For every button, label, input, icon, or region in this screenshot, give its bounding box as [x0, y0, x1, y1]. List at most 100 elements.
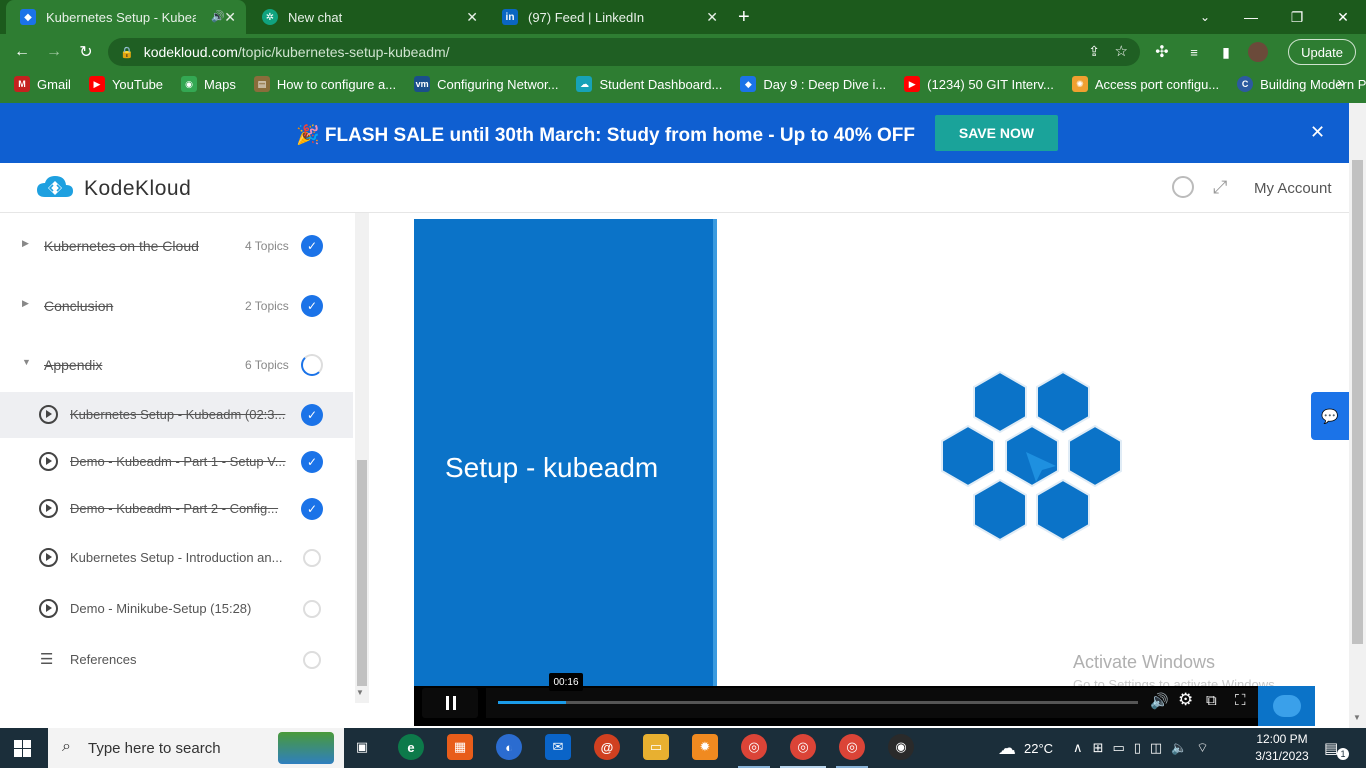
bookmark-how-to-configure[interactable]: ▤ How to configure a... — [253, 76, 397, 92]
bookmark-git-interview[interactable]: ▶ (1234) 50 GIT Interv... — [904, 76, 1054, 92]
topic-name: Demo - Kubeadm - Part 1 - Setup V... — [70, 454, 286, 469]
page-scrollbar-thumb[interactable] — [1352, 160, 1363, 644]
taskbar-search-input[interactable]: ⌕ Type here to search — [48, 728, 344, 768]
network-icon[interactable]: ⊞ — [1093, 740, 1104, 756]
kodekloud-logo-icon[interactable] — [35, 173, 75, 203]
weather-cloud-icon[interactable]: ☁ — [998, 738, 1016, 759]
wifi-icon[interactable]: ⌔ — [1196, 740, 1208, 756]
store-icon[interactable]: ▦ — [447, 734, 473, 760]
picture-in-picture-icon[interactable]: ⧉ — [1206, 692, 1217, 709]
task-view-icon[interactable]: ▣ — [349, 734, 375, 760]
complete-check-icon: ✓ — [301, 235, 323, 257]
chrome-profile-h-icon[interactable]: ◎ — [839, 734, 865, 760]
forward-icon[interactable]: → — [42, 40, 66, 64]
close-tab-icon[interactable]: ✕ — [224, 9, 236, 26]
tray-chevron-icon[interactable]: ∧ — [1073, 740, 1083, 756]
topic-row[interactable]: Kubernetes Setup - Introduction an... — [0, 535, 353, 581]
windows-start-icon[interactable] — [14, 740, 31, 757]
bookmark-label: How to configure a... — [276, 76, 397, 92]
sidebar-scrollbar-thumb[interactable] — [357, 460, 367, 686]
close-window-button[interactable]: ✕ — [1320, 0, 1366, 34]
side-panel-icon[interactable]: ▮ — [1214, 40, 1238, 64]
share-icon[interactable]: ⇪ — [1088, 43, 1100, 60]
seek-track[interactable] — [498, 701, 1138, 704]
my-account-link[interactable]: My Account — [1254, 180, 1332, 197]
chrome-profile-icon[interactable]: ◎ — [790, 734, 816, 760]
topic-row[interactable]: Demo - Kubeadm - Part 1 - Setup V... ✓ — [0, 439, 353, 485]
new-tab-button[interactable]: + — [738, 6, 750, 29]
tab-title: Kubernetes Setup - Kubeadm — [46, 9, 196, 25]
bookmark-building-modern[interactable]: C Building Modern Py... — [1237, 76, 1366, 92]
update-button[interactable]: Update — [1288, 39, 1356, 65]
section-topic-count: 6 Topics — [245, 358, 289, 372]
app-icon[interactable]: ◐ — [496, 734, 522, 760]
dark-mode-toggle-icon[interactable] — [1172, 176, 1194, 198]
tab-title: New chat — [288, 9, 343, 25]
section-name: Appendix — [44, 357, 103, 373]
tab-kodekloud[interactable]: ◆ Kubernetes Setup - Kubeadm 🔊 ✕ — [6, 0, 246, 34]
camera-app-icon[interactable]: ◉ — [888, 734, 914, 760]
volume-icon[interactable]: 🔊 — [1150, 692, 1169, 710]
address-bar[interactable]: 🔒 kodekloud.com/topic/kubernetes-setup-k… — [108, 38, 1140, 66]
fullscreen-expand-icon[interactable]: ⤢ — [1213, 177, 1227, 198]
tab-linkedin[interactable]: in (97) Feed | LinkedIn ✕ — [488, 0, 728, 34]
bookmark-configuring-network[interactable]: vm Configuring Networ... — [414, 76, 558, 92]
bookmark-star-icon[interactable]: ☆ — [1115, 42, 1128, 60]
play-circle-icon — [39, 452, 58, 471]
site-logo-text[interactable]: KodeKloud — [84, 177, 191, 201]
weather-temp[interactable]: 22°C — [1024, 741, 1053, 756]
settings-gear-icon[interactable]: ⚙ — [1178, 690, 1193, 710]
site-header — [0, 163, 1349, 213]
bookmark-gmail[interactable]: M Gmail — [14, 76, 71, 92]
section-kubernetes-on-the-cloud[interactable]: ▶ Kubernetes on the Cloud 4 Topics ✓ — [0, 221, 353, 271]
topic-row[interactable]: Demo - Minikube-Setup (15:28) — [0, 586, 353, 632]
save-now-button[interactable]: SAVE NOW — [935, 115, 1058, 151]
close-tab-icon[interactable]: ✕ — [466, 9, 478, 26]
more-bookmarks-icon[interactable]: » — [1337, 74, 1345, 91]
bookmark-student-dashboard[interactable]: ☁ Student Dashboard... — [576, 76, 722, 92]
bookmark-access-port[interactable]: ✺ Access port configu... — [1071, 76, 1219, 92]
fullscreen-icon[interactable]: ⛶ — [1235, 692, 1246, 709]
tab-new-chat[interactable]: ✲ New chat ✕ — [248, 0, 488, 34]
tray-app-icon[interactable]: ◫ — [1150, 740, 1162, 756]
section-appendix[interactable]: ▼ Appendix 6 Topics — [0, 340, 353, 390]
bookmark-day9[interactable]: ◆ Day 9 : Deep Dive i... — [740, 76, 886, 92]
topic-row[interactable]: Demo - Kubeadm - Part 2 - Config... ✓ — [0, 486, 353, 532]
audio-icon[interactable]: 🔊 — [211, 10, 225, 23]
close-banner-icon[interactable]: ✕ — [1310, 122, 1325, 143]
chrome-icon[interactable]: ◎ — [741, 734, 767, 760]
minimize-button[interactable]: — — [1228, 0, 1274, 34]
avatar[interactable] — [1248, 42, 1268, 62]
extensions-icon[interactable]: ✣ — [1150, 40, 1174, 64]
bookmark-youtube[interactable]: ▶ YouTube — [88, 76, 163, 92]
file-explorer-icon[interactable]: ▭ — [643, 734, 669, 760]
feedback-chat-icon[interactable]: 💬 — [1311, 392, 1349, 440]
bookmark-maps[interactable]: ◉ Maps — [181, 76, 236, 92]
pause-button[interactable] — [422, 688, 478, 718]
section-conclusion[interactable]: ▶ Conclusion 2 Topics ✓ — [0, 281, 353, 331]
mail-icon[interactable]: ✉ — [545, 734, 571, 760]
tab-title: (97) Feed | LinkedIn — [528, 9, 645, 25]
display-icon[interactable]: ▭ — [1112, 740, 1124, 756]
reload-icon[interactable]: ↻ — [74, 40, 98, 64]
tab-search-icon[interactable]: ⌄ — [1182, 0, 1228, 34]
cloud-icon: ☁ — [576, 76, 593, 92]
battery-icon[interactable]: ▯ — [1134, 740, 1141, 756]
settings-app-icon[interactable]: ✹ — [692, 734, 718, 760]
taskbar-clock[interactable]: 12:00 PM 3/31/2023 — [1254, 731, 1310, 765]
speaker-icon[interactable]: 🔈 — [1171, 740, 1187, 756]
incomplete-circle-icon — [303, 600, 321, 618]
close-tab-icon[interactable]: ✕ — [706, 9, 718, 26]
bookmark-label: Day 9 : Deep Dive i... — [763, 76, 887, 92]
snail-app-icon[interactable]: @ — [594, 734, 620, 760]
bookmark-label: Student Dashboard... — [599, 76, 723, 92]
page-scroll-down-icon[interactable]: ▼ — [1353, 713, 1361, 722]
scroll-down-arrow-icon[interactable]: ▼ — [356, 688, 364, 697]
back-icon[interactable]: ← — [10, 40, 34, 64]
topic-row[interactable]: ☰ References — [0, 637, 353, 683]
media-icon[interactable]: ≡ — [1182, 40, 1206, 64]
topic-row-current[interactable]: Kubernetes Setup - Kubeadm (02:3... ✓ — [0, 392, 353, 438]
edge-icon[interactable]: e — [398, 734, 424, 760]
restore-button[interactable]: ❐ — [1274, 0, 1320, 34]
complete-check-icon: ✓ — [301, 498, 323, 520]
